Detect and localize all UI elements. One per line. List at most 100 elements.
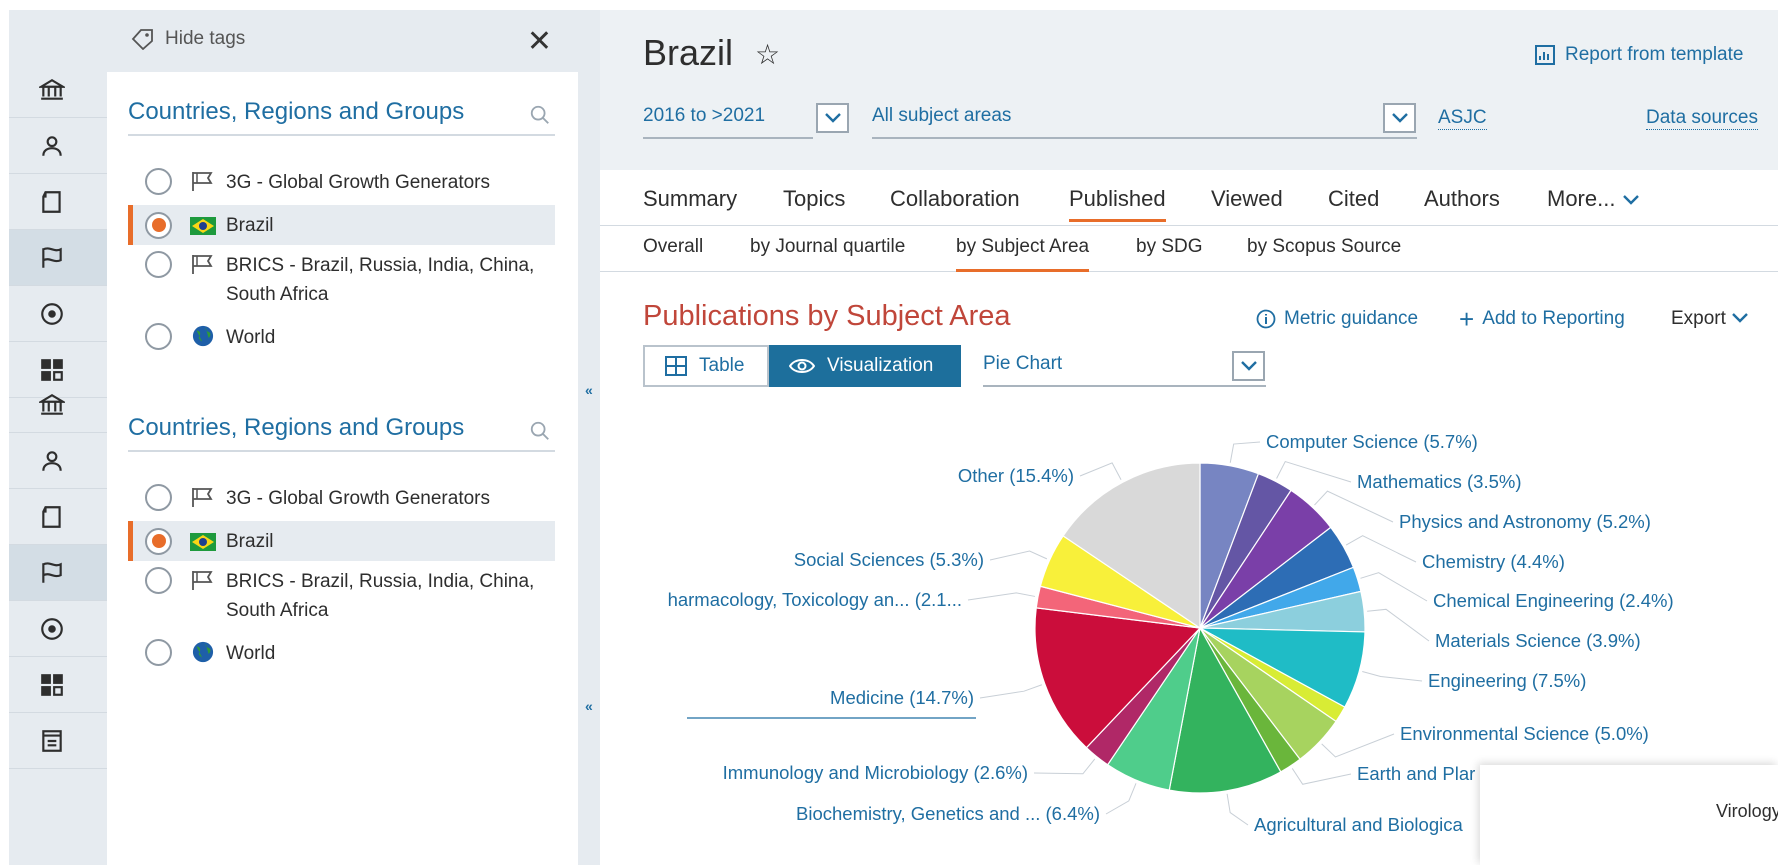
option-3g[interactable]: 3G - Global Growth Generators [128,168,555,197]
slice-label[interactable]: Medicine (14.7%) [830,687,974,708]
slice-label[interactable]: Biochemistry, Genetics and ... (6.4%) [796,803,1100,824]
tab-viewed[interactable]: Viewed [1211,186,1283,212]
date-range-select[interactable]: 2016 to >2021 [643,97,813,139]
group-title: Countries, Regions and Groups [128,414,555,452]
slice-label[interactable]: Physics and Astronomy (5.2%) [1399,511,1651,532]
tooltip: Virology [1480,765,1778,865]
slice-label[interactable]: Materials Science (3.9%) [1435,630,1641,651]
tab-bar: Summary Topics Collaboration Published V… [600,170,1778,226]
add-to-reporting-link[interactable]: + Add to Reporting [1459,303,1625,334]
plus-icon: + [1459,303,1475,334]
slice-label[interactable]: Computer Science (5.7%) [1266,431,1478,452]
chevron-down-icon[interactable] [1383,103,1416,133]
leader-line [1079,462,1122,480]
tab-summary[interactable]: Summary [643,186,737,212]
dashboard-icon[interactable] [9,657,107,713]
flag-icon [192,571,213,590]
slice-label[interactable]: Agricultural and Biologica [1254,814,1463,835]
asjc-link[interactable]: ASJC [1438,107,1487,130]
option-world[interactable]: World [128,639,555,668]
slice-label[interactable]: Earth and Plar [1357,763,1475,784]
radio-button[interactable] [145,323,172,350]
slice-label[interactable]: Environmental Science (5.0%) [1400,723,1649,744]
option-brazil[interactable]: Brazil [128,205,555,245]
leader-line [1276,460,1352,483]
leader-line [979,684,1043,699]
radio-button[interactable] [145,639,172,666]
leader-line [1360,572,1428,602]
tab-topics[interactable]: Topics [783,186,845,212]
chart-type-select[interactable]: Pie Chart [983,345,1266,387]
leader-line [1345,535,1417,563]
close-icon[interactable]: ✕ [527,24,552,59]
radio-button[interactable] [145,527,172,555]
data-sources-link[interactable]: Data sources [1646,107,1758,130]
leader-line [1291,768,1352,785]
radio-button[interactable] [145,484,172,511]
leader-line [989,550,1048,561]
leader-line [967,592,1036,601]
publication-icon[interactable] [9,489,107,545]
tab-cited[interactable]: Cited [1328,186,1379,212]
radio-button[interactable] [145,251,172,278]
tab-published[interactable]: Published [1069,186,1166,222]
slice-label[interactable]: Mathematics (3.5%) [1357,471,1522,492]
tag-icon [131,29,153,50]
report-icon[interactable] [9,713,107,769]
table-view-button[interactable]: Table [643,345,769,387]
slice-label[interactable]: Chemistry (4.4%) [1422,551,1565,572]
leader-line [1321,733,1395,758]
tab-more[interactable]: More... [1547,186,1640,212]
report-from-template-link[interactable]: Report from template [1535,44,1743,66]
globe-icon [192,325,214,347]
export-button[interactable]: Export [1671,308,1749,330]
flag-icon [192,255,213,274]
option-brics[interactable]: BRICS - Brazil, Russia, India, China, Sou… [128,567,555,625]
option-world[interactable]: World [128,323,555,352]
researcher-icon[interactable] [9,118,107,174]
slice-label[interactable]: harmacology, Toxicology an... (2.1... [668,589,962,610]
chevron-down-icon[interactable] [1232,351,1265,381]
subtab-subject-area[interactable]: by Subject Area [956,236,1090,272]
slice-label[interactable]: Engineering (7.5%) [1428,670,1586,691]
star-icon[interactable]: ☆ [755,38,780,71]
radio-button[interactable] [145,168,172,195]
collapse-icon[interactable]: « [585,698,593,714]
radio-button[interactable] [145,211,172,239]
search-icon[interactable] [529,420,551,442]
icon-rail [9,10,122,865]
slice-label[interactable]: Other (15.4%) [958,465,1074,486]
slice-label[interactable]: Chemical Engineering (2.4%) [1433,590,1674,611]
tab-authors[interactable]: Authors [1424,186,1500,212]
institution-icon[interactable] [9,62,107,118]
subtab-sdg[interactable]: by SDG [1136,236,1203,258]
option-brazil[interactable]: Brazil [128,521,555,561]
option-3g[interactable]: 3G - Global Growth Generators [128,484,555,513]
topic-icon[interactable] [9,601,107,657]
topic-icon[interactable] [9,286,107,342]
researcher-icon[interactable] [9,433,107,489]
leader-line [1229,441,1261,463]
radio-button[interactable] [145,567,172,594]
leader-line [1314,490,1394,523]
subtab-overall[interactable]: Overall [643,236,703,258]
collapse-icon[interactable]: « [585,382,593,398]
chevron-down-icon [1622,195,1639,205]
subject-area-select[interactable]: All subject areas [872,97,1417,139]
chevron-down-icon[interactable] [816,103,849,133]
hide-tags-button[interactable]: Hide tags [131,28,245,50]
subtab-journal-quartile[interactable]: by Journal quartile [750,236,905,258]
publication-icon[interactable] [9,174,107,230]
country-flag-icon[interactable] [9,230,122,286]
subtab-bar: Overall by Journal quartile by Subject A… [600,226,1778,272]
country-flag-icon[interactable] [9,545,122,601]
visualization-view-button[interactable]: Visualization [769,345,961,387]
slice-label[interactable]: Social Sciences (5.3%) [794,549,984,570]
search-icon[interactable] [529,104,551,126]
institution-icon[interactable] [9,377,107,433]
tab-collaboration[interactable]: Collaboration [890,186,1020,212]
slice-label[interactable]: Immunology and Microbiology (2.6%) [723,762,1028,783]
subtab-scopus-source[interactable]: by Scopus Source [1247,236,1401,258]
metric-guidance-link[interactable]: Metric guidance [1256,308,1418,330]
option-brics[interactable]: BRICS - Brazil, Russia, India, China, Sou… [128,251,555,309]
